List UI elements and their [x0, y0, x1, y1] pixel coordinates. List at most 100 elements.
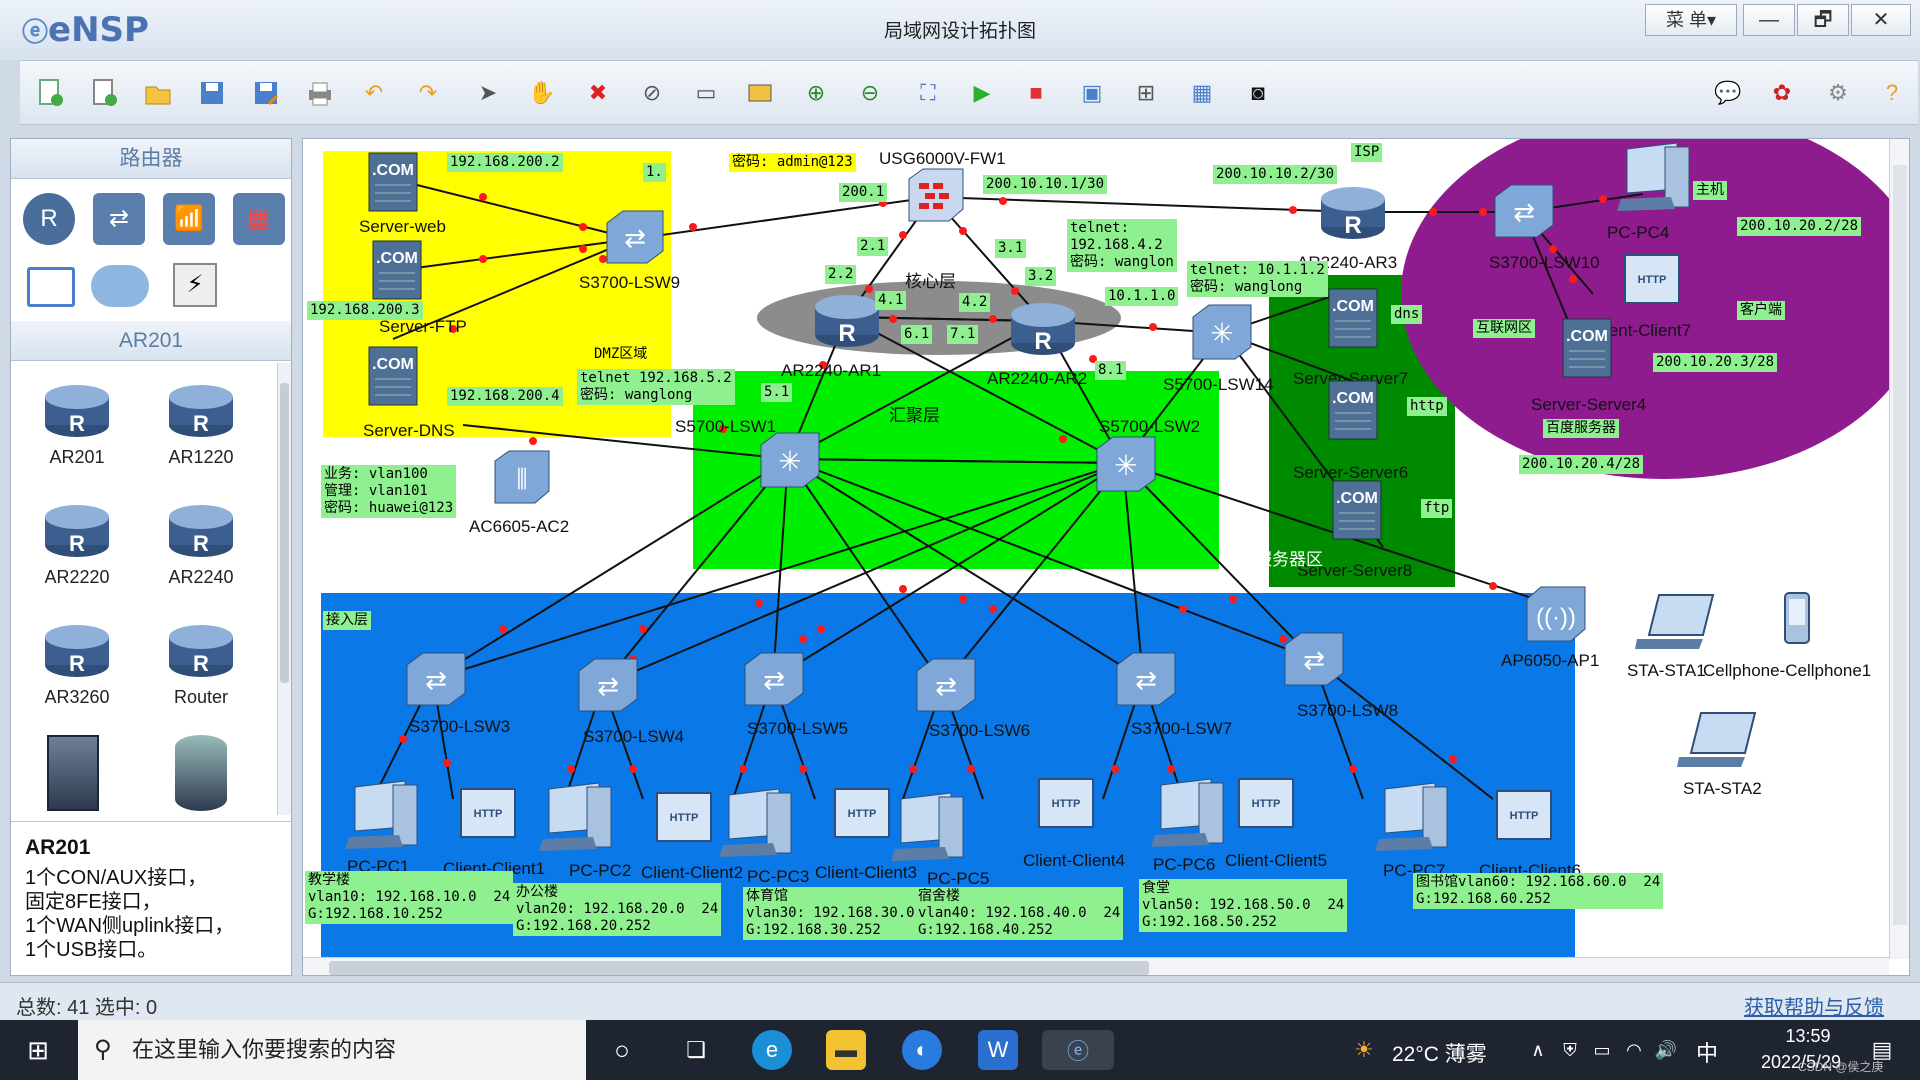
rect-icon[interactable] [742, 75, 778, 111]
capture-icon[interactable]: ▣ [1074, 75, 1110, 111]
ar2-node[interactable]: R [1007, 293, 1079, 359]
cortana-icon[interactable]: ○ [602, 1030, 642, 1070]
pc2-node[interactable] [535, 779, 615, 853]
server7-node[interactable]: .COM [1323, 287, 1383, 349]
word-icon[interactable]: W [978, 1030, 1018, 1070]
server-dns-node[interactable]: .COM [363, 345, 423, 407]
pan-icon[interactable]: ✋ [524, 75, 560, 111]
close-button[interactable]: ✕ [1851, 4, 1911, 36]
delete-link-icon[interactable]: ⊘ [634, 75, 670, 111]
sta1-node[interactable] [1633, 591, 1721, 653]
pc4-node[interactable] [1613, 139, 1693, 213]
print-icon[interactable] [302, 75, 338, 111]
lsw14-node[interactable]: ✳ [1187, 299, 1257, 365]
lsw2-node[interactable]: ✳ [1091, 431, 1161, 497]
canvas-hscrollbar[interactable] [303, 957, 1889, 975]
pc6-node[interactable] [1147, 775, 1227, 849]
start-icon[interactable]: ▶ [964, 75, 1000, 111]
device-ar2220[interactable]: R AR2220 [27, 495, 127, 588]
lsw8-node[interactable]: ⇄ [1279, 627, 1349, 691]
redo-icon[interactable]: ↷ [410, 75, 446, 111]
category-header-ar201[interactable]: AR201 [11, 321, 291, 361]
weather-icon[interactable]: ☀ [1344, 1030, 1384, 1070]
windows-start-icon[interactable]: ⊞ [18, 1030, 58, 1070]
device-ar1220[interactable]: R AR1220 [151, 375, 251, 468]
lsw7-node[interactable]: ⇄ [1111, 647, 1181, 711]
cellphone1-node[interactable] [1777, 589, 1817, 651]
client5-node[interactable]: HTTP [1235, 775, 1299, 835]
help-feedback-link[interactable]: 获取帮助与反馈 [1744, 991, 1884, 1020]
console-icon[interactable]: ◙ [1240, 75, 1276, 111]
open-icon[interactable] [140, 75, 176, 111]
client6-node[interactable]: HTTP [1493, 787, 1557, 847]
server6-node[interactable]: .COM [1323, 379, 1383, 441]
pc-category-icon[interactable] [27, 267, 75, 307]
save-icon[interactable] [194, 75, 230, 111]
clock-time[interactable]: 13:59 [1758, 1026, 1858, 1047]
lsw10-node[interactable]: ⇄ [1489, 179, 1559, 243]
undo-icon[interactable]: ↶ [356, 75, 392, 111]
volume-icon[interactable]: 🔊 [1646, 1030, 1686, 1070]
grid-icon[interactable]: ▦ [1184, 75, 1220, 111]
zoom-in-icon[interactable]: ⊕ [798, 75, 834, 111]
client2-node[interactable]: HTTP [653, 789, 717, 849]
wireless-category-icon[interactable]: 📶 [163, 193, 215, 245]
router-category-icon[interactable]: R [23, 193, 75, 245]
notification-icon[interactable]: ▤ [1862, 1030, 1902, 1070]
settings-icon[interactable]: ⚙ [1820, 75, 1856, 111]
select-icon[interactable]: ➤ [470, 75, 506, 111]
lsw5-node[interactable]: ⇄ [739, 647, 809, 711]
lsw9-node[interactable]: ⇄ [601, 205, 667, 269]
switch-category-icon[interactable]: ⇄ [93, 193, 145, 245]
restore-button[interactable]: 🗗 [1797, 4, 1849, 36]
ap1-node[interactable]: ((·)) [1521, 583, 1591, 645]
server4-node[interactable]: .COM [1557, 317, 1617, 379]
client3-node[interactable]: HTTP [831, 785, 895, 845]
cloud-category-icon[interactable] [91, 265, 149, 307]
new-topo-icon[interactable] [32, 75, 68, 111]
edge-icon[interactable]: e [752, 1030, 792, 1070]
canvas-vscrollbar[interactable] [1889, 139, 1909, 959]
client7-node[interactable]: HTTP [1621, 251, 1685, 311]
lsw4-node[interactable]: ⇄ [573, 653, 643, 717]
text-icon[interactable]: ▭ [688, 75, 724, 111]
core-router-icon[interactable] [175, 735, 227, 811]
help-icon[interactable]: ? [1874, 75, 1910, 111]
ac2-node[interactable]: ⫼ [489, 447, 555, 507]
client4-node[interactable]: HTTP [1035, 775, 1099, 835]
save-as-icon[interactable] [248, 75, 284, 111]
ensp-taskbar-icon[interactable]: ⓔ [1042, 1030, 1114, 1070]
server-ftp-node[interactable]: .COM [367, 239, 427, 301]
lsw6-node[interactable]: ⇄ [911, 653, 981, 717]
topo-icon[interactable]: ⊞ [1128, 75, 1164, 111]
taskbar-search-input[interactable]: ⚲ 在这里输入你要搜索的内容 [78, 1020, 586, 1080]
menu-button[interactable]: 菜 单▾ [1645, 4, 1737, 36]
fit-icon[interactable]: ⛶ [910, 75, 946, 111]
server8-node[interactable]: .COM [1327, 479, 1387, 541]
client1-node[interactable]: HTTP [457, 785, 521, 845]
delete-icon[interactable]: ✖ [580, 75, 616, 111]
chassis-router-icon[interactable] [47, 735, 99, 811]
device-ar2240[interactable]: R AR2240 [151, 495, 251, 588]
minimize-button[interactable]: — [1743, 4, 1795, 36]
ar3-node[interactable]: R [1317, 177, 1389, 243]
lsw3-node[interactable]: ⇄ [401, 647, 471, 711]
file-explorer-icon[interactable]: ▬ [826, 1030, 866, 1070]
chat-icon[interactable]: 💬 [1710, 75, 1746, 111]
device-ar3260[interactable]: R AR3260 [27, 615, 127, 708]
fw1-node[interactable] [903, 165, 969, 225]
sta2-node[interactable] [1675, 709, 1763, 771]
device-list-scrollbar[interactable] [277, 363, 291, 815]
weather-text[interactable]: 22°C 薄雾 [1392, 1038, 1487, 1068]
huawei-icon[interactable]: ✿ [1764, 75, 1800, 111]
device-router[interactable]: R Router [151, 615, 251, 708]
power-category-icon[interactable]: ⚡ [173, 263, 217, 307]
ime-indicator[interactable]: 中 [1696, 1036, 1718, 1068]
pc7-node[interactable] [1371, 779, 1451, 853]
topology-canvas[interactable]: .COM Server-web .COM Server-FTP .COM Ser… [302, 138, 1910, 976]
pc1-node[interactable] [341, 777, 421, 851]
zoom-out-icon[interactable]: ⊖ [852, 75, 888, 111]
device-ar201[interactable]: R AR201 [27, 375, 127, 468]
pc5-node[interactable] [887, 789, 967, 863]
category-header-routers[interactable]: 路由器 [11, 139, 291, 179]
